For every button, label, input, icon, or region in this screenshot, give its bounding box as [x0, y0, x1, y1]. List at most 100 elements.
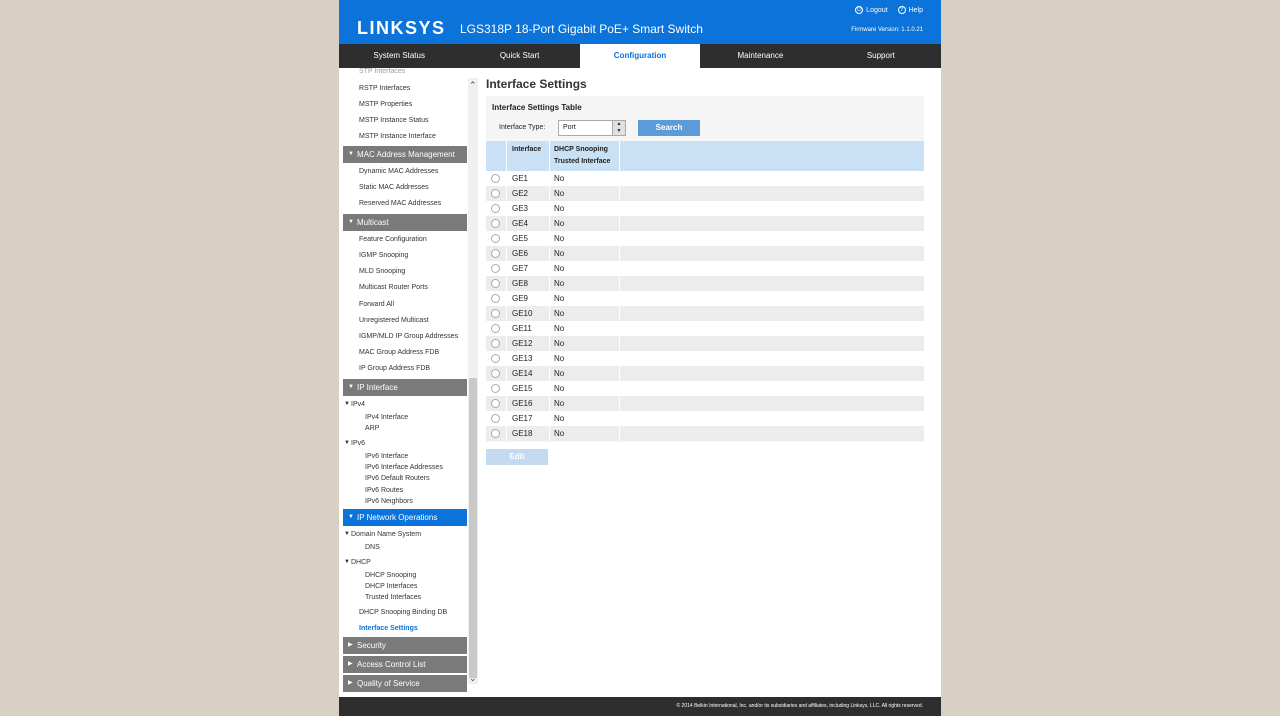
row-radio-button[interactable] — [491, 324, 500, 333]
table-row[interactable]: GE4 No — [486, 216, 924, 231]
table-row[interactable]: GE7 No — [486, 261, 924, 276]
sidebar-item-ip-group-fdb[interactable]: IP Group Address FDB — [359, 365, 430, 372]
cell-trusted: No — [554, 249, 565, 258]
cell-trusted: No — [554, 264, 565, 273]
sidebar-item-mstp-properties[interactable]: MSTP Properties — [359, 101, 412, 108]
sidebar-section-mac[interactable]: ▼ MAC Address Management — [343, 146, 467, 163]
sidebar-item-dhcp-interfaces[interactable]: DHCP Interfaces — [365, 583, 417, 590]
sidebar-item-ipv6-neighbors[interactable]: IPv6 Neighbors — [365, 498, 413, 505]
sidebar-item-trusted-interfaces[interactable]: Trusted Interfaces — [365, 594, 421, 601]
help-link[interactable]: ? Help — [897, 6, 923, 14]
sidebar-item-static-mac[interactable]: Static MAC Addresses — [359, 184, 429, 191]
row-radio-button[interactable] — [491, 294, 500, 303]
sidebar-section-ip-interface[interactable]: ▼ IP Interface — [343, 379, 467, 396]
sidebar-item-stp-interfaces[interactable]: STP Interfaces — [359, 68, 405, 75]
sidebar-item-mstp-instance-interface[interactable]: MSTP Instance Interface — [359, 133, 436, 140]
table-row[interactable]: GE5 No — [486, 231, 924, 246]
table-row[interactable]: GE1 No — [486, 171, 924, 186]
sidebar-item-dhcp-snooping[interactable]: DHCP Snooping — [365, 572, 416, 579]
column-divider — [549, 426, 550, 441]
sidebar-item-multicast-router-ports[interactable]: Multicast Router Ports — [359, 284, 428, 291]
row-radio-button[interactable] — [491, 369, 500, 378]
row-radio-button[interactable] — [491, 354, 500, 363]
row-radio-button[interactable] — [491, 204, 500, 213]
cell-interface: GE8 — [512, 279, 529, 288]
sidebar-item-dynamic-mac[interactable]: Dynamic MAC Addresses — [359, 168, 438, 175]
row-radio-button[interactable] — [491, 264, 500, 273]
cell-trusted: No — [554, 234, 565, 243]
sidebar-item-ipv4-interface[interactable]: IPv4 Interface — [365, 414, 408, 421]
table-row[interactable]: GE2 No — [486, 186, 924, 201]
table-row[interactable]: GE18 No — [486, 426, 924, 441]
table-row[interactable]: GE11 No — [486, 321, 924, 336]
scrollbar-thumb[interactable] — [469, 378, 477, 678]
sidebar-item-mstp-instance-status[interactable]: MSTP Instance Status — [359, 117, 429, 124]
interface-type-select[interactable]: Port ▲ ▼ — [558, 120, 626, 136]
sidebar-item-ipv6-default-routers[interactable]: IPv6 Default Routers — [365, 475, 430, 482]
sidebar-item-ipv6-interface[interactable]: IPv6 Interface — [365, 453, 408, 460]
sidebar-section-acl[interactable]: ▶ Access Control List — [343, 656, 467, 673]
table-row[interactable]: GE8 No — [486, 276, 924, 291]
sidebar-item-ipv6-interface-addresses[interactable]: IPv6 Interface Addresses — [365, 464, 443, 471]
table-row[interactable]: GE16 No — [486, 396, 924, 411]
sidebar-group-dns[interactable]: ▼ Domain Name System — [344, 531, 421, 538]
row-radio-button[interactable] — [491, 219, 500, 228]
table-row[interactable]: GE12 No — [486, 336, 924, 351]
row-radio-button[interactable] — [491, 384, 500, 393]
sidebar-section-security[interactable]: ▶ Security — [343, 637, 467, 654]
row-radio-button[interactable] — [491, 339, 500, 348]
table-row[interactable]: GE9 No — [486, 291, 924, 306]
row-radio-button[interactable] — [491, 429, 500, 438]
sidebar-group-ipv6[interactable]: ▼ IPv6 — [344, 440, 365, 447]
table-row[interactable]: GE6 No — [486, 246, 924, 261]
tab-system-status[interactable]: System Status — [339, 44, 459, 68]
sidebar-item-feature-configuration[interactable]: Feature Configuration — [359, 236, 427, 243]
sidebar-item-arp[interactable]: ARP — [365, 425, 379, 432]
sidebar-section-ip-network-operations[interactable]: ▼ IP Network Operations — [343, 509, 467, 526]
table-row[interactable]: GE17 No — [486, 411, 924, 426]
cell-trusted: No — [554, 204, 565, 213]
sidebar-section-qos-label: Quality of Service — [357, 679, 420, 688]
sidebar-item-reserved-mac[interactable]: Reserved MAC Addresses — [359, 200, 441, 207]
chevron-up-icon[interactable]: ⌃ — [469, 80, 477, 91]
sidebar-item-igmp-snooping[interactable]: IGMP Snooping — [359, 252, 408, 259]
row-radio-button[interactable] — [491, 414, 500, 423]
sidebar-section-qos[interactable]: ▶ Quality of Service — [343, 675, 467, 692]
row-radio-button[interactable] — [491, 309, 500, 318]
chevron-down-icon[interactable]: ⌄ — [469, 673, 477, 684]
sidebar-item-interface-settings[interactable]: Interface Settings — [359, 625, 418, 632]
sidebar-item-dns[interactable]: DNS — [365, 544, 380, 551]
sidebar-item-unregistered-multicast[interactable]: Unregistered Multicast — [359, 317, 429, 324]
row-radio-button[interactable] — [491, 189, 500, 198]
sidebar-item-rstp-interfaces[interactable]: RSTP Interfaces — [359, 85, 410, 92]
sidebar-item-igmp-mld-ip-group[interactable]: IGMP/MLD IP Group Addresses — [359, 333, 458, 340]
tab-quick-start[interactable]: Quick Start — [459, 44, 579, 68]
sidebar-group-dhcp[interactable]: ▼ DHCP — [344, 559, 371, 566]
tab-configuration[interactable]: Configuration — [579, 44, 701, 68]
sidebar-scrollbar[interactable] — [468, 78, 478, 684]
table-row[interactable]: GE13 No — [486, 351, 924, 366]
edit-button[interactable]: Edit — [486, 449, 548, 465]
row-radio-button[interactable] — [491, 279, 500, 288]
sidebar-item-dhcp-binding-db[interactable]: DHCP Snooping Binding DB — [359, 609, 447, 616]
cell-trusted: No — [554, 294, 565, 303]
sidebar-item-mac-group-fdb[interactable]: MAC Group Address FDB — [359, 349, 439, 356]
sidebar-group-ipv4[interactable]: ▼ IPv4 — [344, 401, 365, 408]
tab-maintenance[interactable]: Maintenance — [700, 44, 820, 68]
sidebar-section-multicast[interactable]: ▼ Multicast — [343, 214, 467, 231]
sidebar-item-forward-all[interactable]: Forward All — [359, 301, 394, 308]
table-row[interactable]: GE3 No — [486, 201, 924, 216]
tab-support[interactable]: Support — [821, 44, 941, 68]
row-radio-button[interactable] — [491, 174, 500, 183]
cell-interface: GE1 — [512, 174, 529, 183]
sidebar-item-mld-snooping[interactable]: MLD Snooping — [359, 268, 405, 275]
row-radio-button[interactable] — [491, 399, 500, 408]
row-radio-button[interactable] — [491, 249, 500, 258]
sidebar-item-ipv6-routes[interactable]: IPv6 Routes — [365, 487, 403, 494]
row-radio-button[interactable] — [491, 234, 500, 243]
table-row[interactable]: GE10 No — [486, 306, 924, 321]
logout-link[interactable]: ⏻ Logout — [855, 6, 888, 14]
table-row[interactable]: GE15 No — [486, 381, 924, 396]
table-row[interactable]: GE14 No — [486, 366, 924, 381]
search-button[interactable]: Search — [638, 120, 700, 136]
